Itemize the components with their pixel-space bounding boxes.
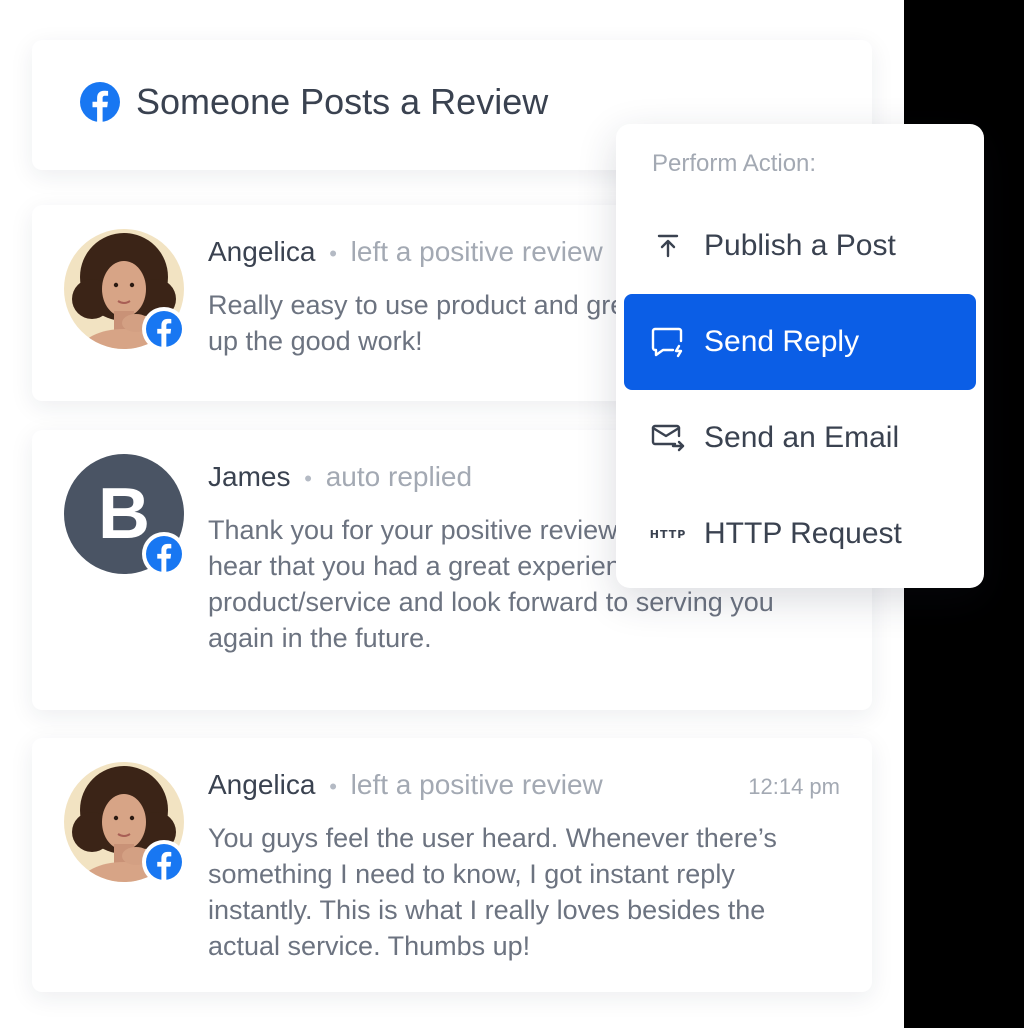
action-menu: Perform Action: Publish a Post Send Repl… [616,124,984,588]
review-meta: James • auto replied [208,460,472,496]
separator-dot: • [329,241,337,266]
action-menu-heading: Perform Action: [652,150,817,177]
review-action: left a positive review [350,769,603,800]
avatar [64,229,186,351]
menu-item-label: Send an Email [704,421,900,454]
email-send-icon [648,418,688,458]
review-text: You guys feel the user heard. Whenever t… [208,823,777,961]
facebook-badge-icon [142,307,186,351]
avatar: B [64,454,186,576]
menu-item-send-reply[interactable]: Send Reply [624,294,976,390]
reply-icon [648,322,688,362]
review-action: left a positive review [350,236,603,267]
menu-item-publish-post[interactable]: Publish a Post [624,198,976,294]
separator-dot: • [304,466,312,491]
review-time: 12:14 pm [748,774,840,799]
menu-item-label: Publish a Post [704,229,896,262]
facebook-badge-icon [142,840,186,884]
facebook-badge-icon [142,532,186,576]
reviewer-name: Angelica [208,236,316,267]
review-meta: Angelica • left a positive review [208,235,603,271]
menu-item-send-email[interactable]: Send an Email [624,390,976,486]
review-action: auto replied [325,461,473,492]
menu-item-label: HTTP Request [704,517,902,550]
facebook-icon [80,82,120,122]
separator-dot: • [329,774,337,799]
avatar [64,762,186,884]
http-icon: HTTP [649,527,687,541]
review-card[interactable]: Angelica • left a positive review 12:14 … [32,738,872,992]
menu-item-http-request[interactable]: HTTP HTTP Request [624,486,976,582]
reviewer-name: Angelica [208,769,316,800]
review-meta: Angelica • left a positive review [208,768,603,804]
upload-icon [648,226,688,266]
trigger-title: Someone Posts a Review [136,81,549,122]
menu-item-label: Send Reply [704,325,860,358]
reviewer-name: James [208,461,291,492]
